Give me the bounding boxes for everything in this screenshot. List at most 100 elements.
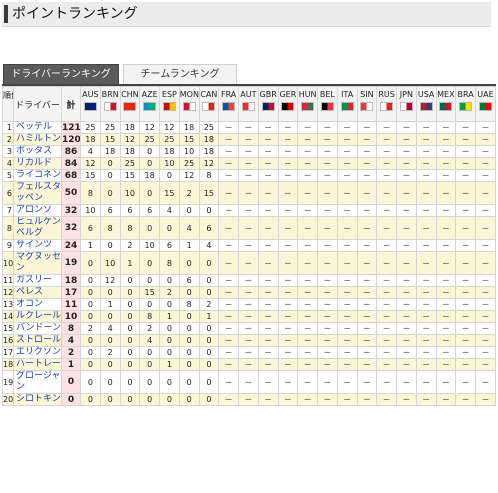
race-points-cell: 0: [139, 370, 160, 394]
driver-name-link[interactable]: ボッタス: [13, 145, 62, 158]
race-code: MEX: [437, 90, 455, 99]
driver-name-link[interactable]: ストロール: [13, 334, 62, 347]
driver-name-link[interactable]: リカルド: [13, 157, 62, 170]
driver-name-link[interactable]: ライコネン: [13, 169, 62, 182]
driver-name-link[interactable]: ルクレール: [13, 310, 62, 323]
race-pending-cell: －: [317, 346, 338, 359]
race-points-cell: 0: [119, 286, 141, 299]
race-points-cell: 0: [99, 286, 121, 299]
race-pending-cell: －: [475, 133, 496, 146]
position-cell: 8: [2, 216, 14, 240]
race-points-cell: 0: [139, 157, 160, 170]
race-points-cell: 1: [99, 298, 121, 311]
race-pending-cell: －: [297, 310, 318, 323]
race-pending-cell: －: [317, 157, 338, 170]
race-pending-cell: －: [396, 310, 417, 323]
race-pending-cell: －: [356, 298, 378, 311]
race-pending-cell: －: [415, 393, 437, 406]
driver-name-link[interactable]: ハートレー: [13, 358, 62, 371]
race-pending-cell: －: [356, 145, 378, 158]
race-points-cell: 6: [119, 204, 141, 217]
race-points-cell: 18: [198, 145, 220, 158]
race-code: GER: [279, 90, 297, 99]
race-pending-cell: －: [317, 181, 338, 205]
driver-name-link[interactable]: ハミルトン: [13, 133, 62, 146]
driver-name-link[interactable]: エリクソン: [13, 346, 62, 359]
race-points-cell: 0: [178, 204, 200, 217]
singapore-flag-icon: [360, 102, 374, 111]
race-points-cell: 8: [80, 181, 101, 205]
driver-name-link[interactable]: グロージャン: [13, 370, 62, 394]
table-row: 18 ハートレー 1 0 0 0 0 1 0 0 －－－－－－－－－－－－－－: [2, 358, 496, 371]
race-points-cell: 6: [80, 216, 101, 240]
race-pending-cell: －: [336, 239, 358, 252]
race-header-uae: UAE: [475, 86, 496, 122]
driver-name-link[interactable]: マグヌッセン: [13, 251, 62, 275]
race-pending-cell: －: [376, 322, 397, 335]
race-pending-cell: －: [396, 157, 417, 170]
table-row: 6 フェルスタッペン 50 8 0 10 0 15 2 15 －－－－－－－－－－－－－－: [2, 181, 496, 205]
race-pending-cell: －: [277, 322, 299, 335]
race-pending-cell: －: [376, 204, 397, 217]
race-pending-cell: －: [356, 286, 378, 299]
page-header: ポイントランキング: [2, 2, 491, 27]
tab-team-ranking[interactable]: チームランキング: [123, 64, 237, 84]
race-pending-cell: －: [396, 393, 417, 406]
race-code: CHN: [121, 90, 139, 99]
driver-name-link[interactable]: オコン: [13, 298, 62, 311]
race-points-cell: 25: [198, 121, 220, 134]
driver-column-header: ドライバー: [13, 86, 62, 122]
total-points-cell: 18: [61, 274, 81, 287]
race-pending-cell: －: [435, 393, 457, 406]
race-pending-cell: －: [415, 145, 437, 158]
driver-name-link[interactable]: フェルスタッペン: [13, 181, 62, 205]
france-flag-icon: [222, 102, 236, 111]
position-cell: 7: [2, 204, 14, 217]
driver-name-link[interactable]: ヒュルケンベルグ: [13, 216, 62, 240]
driver-name-link[interactable]: ベッテル: [13, 121, 62, 134]
race-points-cell: 0: [159, 346, 180, 359]
race-points-cell: 25: [80, 121, 101, 134]
race-points-cell: 18: [99, 145, 121, 158]
race-points-cell: 0: [198, 334, 220, 347]
race-pending-cell: －: [475, 251, 496, 275]
race-points-cell: 25: [178, 157, 200, 170]
table-body: 1 ベッテル 121 25 25 18 12 12 18 25 －－－－－－－－－－－－－－ 2 ハミル…: [2, 121, 496, 406]
driver-name-link[interactable]: アロンソ: [13, 204, 62, 217]
race-header-ita: ITA: [336, 86, 358, 122]
tab-driver-ranking[interactable]: ドライバーランキング: [3, 64, 119, 84]
race-pending-cell: －: [455, 393, 476, 406]
race-pending-cell: －: [376, 286, 397, 299]
race-pending-cell: －: [336, 358, 358, 371]
driver-name-link[interactable]: ペレス: [13, 286, 62, 299]
driver-name-link[interactable]: サインツ: [13, 239, 62, 252]
driver-name-link[interactable]: シロトキン: [13, 393, 62, 406]
race-pending-cell: －: [336, 370, 358, 394]
driver-name-link[interactable]: バンドーン: [13, 322, 62, 335]
race-pending-cell: －: [455, 334, 476, 347]
race-pending-cell: －: [455, 358, 476, 371]
race-header-fra: FRA: [218, 86, 239, 122]
uae-flag-icon: [479, 102, 492, 111]
race-points-cell: 0: [178, 393, 200, 406]
race-pending-cell: －: [415, 334, 437, 347]
race-pending-cell: －: [238, 121, 259, 134]
race-pending-cell: －: [356, 216, 378, 240]
race-points-cell: 1: [178, 239, 200, 252]
race-points-cell: 0: [178, 334, 200, 347]
race-pending-cell: －: [218, 169, 239, 182]
race-pending-cell: －: [277, 286, 299, 299]
table-row: 3 ボッタス 86 4 18 18 0 18 10 18 －－－－－－－－－－－－－－: [2, 145, 496, 158]
total-column-header: 計: [61, 86, 81, 122]
race-code: UAE: [477, 90, 494, 99]
race-points-cell: 18: [159, 145, 180, 158]
race-points-cell: 12: [119, 133, 141, 146]
race-pending-cell: －: [297, 358, 318, 371]
driver-name-link[interactable]: ガスリー: [13, 274, 62, 287]
race-header-sin: SIN: [356, 86, 378, 122]
race-pending-cell: －: [297, 181, 318, 205]
race-points-cell: 0: [159, 322, 180, 335]
race-pending-cell: －: [277, 298, 299, 311]
position-cell: 20: [2, 393, 14, 406]
race-pending-cell: －: [356, 121, 378, 134]
